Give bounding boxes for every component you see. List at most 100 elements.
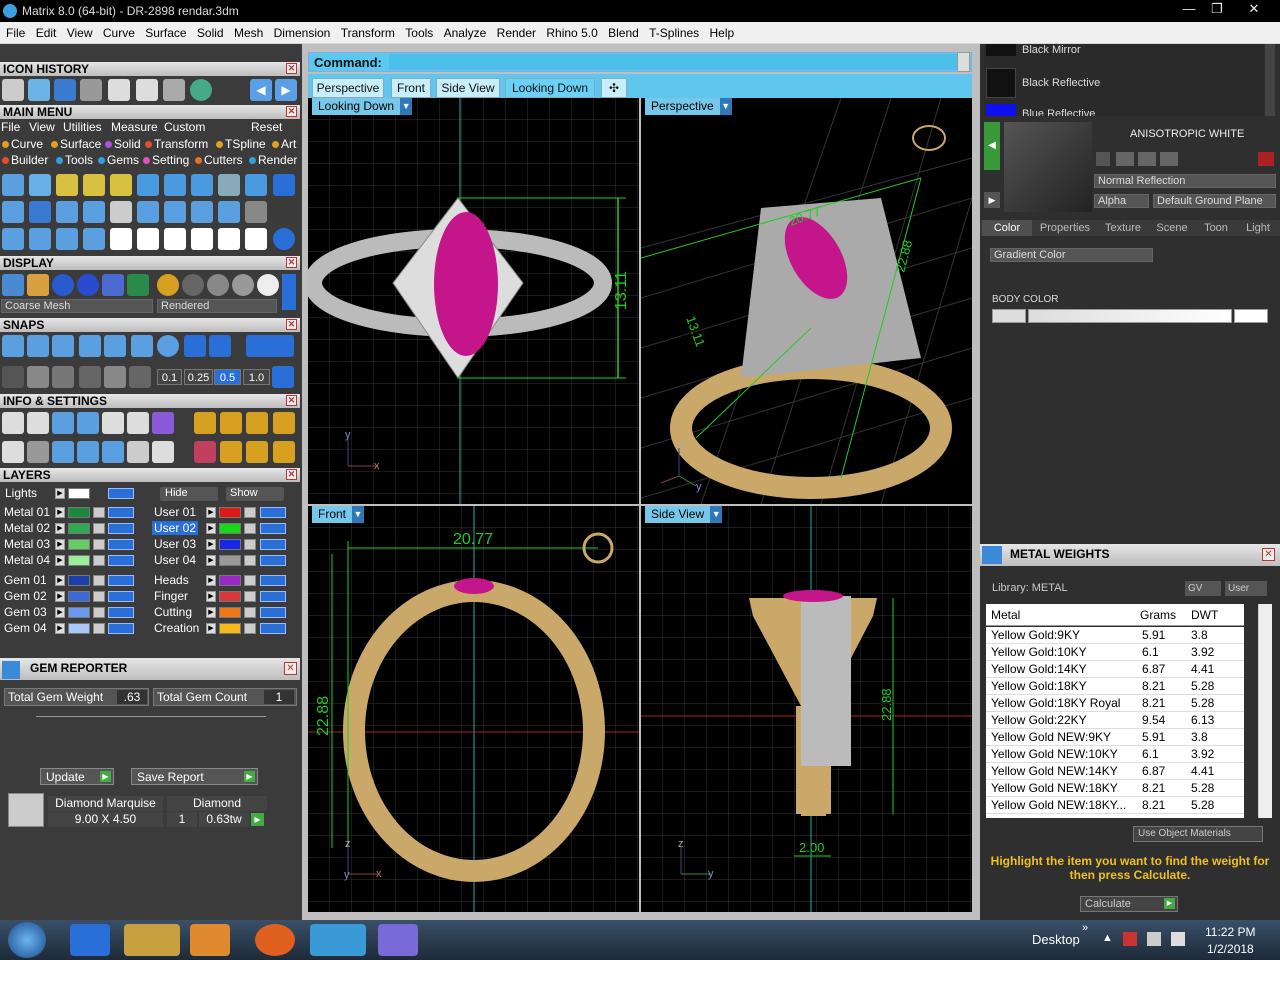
lock-icon[interactable]	[93, 539, 105, 550]
save-report-button[interactable]: Save Report ▶	[131, 768, 258, 785]
menu-rhino[interactable]: Rhino 5.0	[546, 22, 597, 40]
body-color-end[interactable]	[1234, 309, 1268, 323]
tray-network-icon[interactable]	[1147, 932, 1161, 946]
menu-curve-link[interactable]: Curve	[2, 137, 43, 151]
forward-arrow-icon[interactable]: ▶	[275, 79, 297, 101]
layer-row[interactable]: Creation ▶	[150, 620, 300, 636]
layer-visibility[interactable]	[260, 539, 286, 550]
main-menu-custom[interactable]: Custom	[164, 120, 205, 134]
menu-solid-link[interactable]: Solid	[105, 137, 141, 151]
cube-snap-icon[interactable]	[27, 366, 49, 388]
layer-color-swatch[interactable]	[68, 539, 90, 550]
layer-row[interactable]: Heads ▶	[150, 572, 300, 588]
filter-icon[interactable]	[102, 441, 124, 463]
material-blue-reflective[interactable]: Blue Reflective	[1022, 108, 1095, 116]
tray-volume-icon[interactable]	[1171, 932, 1185, 946]
plane-snap-icon[interactable]	[104, 366, 126, 388]
white-icon[interactable]	[257, 274, 279, 296]
tab-toon[interactable]: Toon	[1196, 220, 1236, 236]
layer-color-swatch[interactable]	[219, 555, 241, 566]
setting-tool-icon[interactable]	[191, 174, 213, 196]
view-label-perspective[interactable]: Perspective ▼	[645, 98, 732, 115]
stack-icon[interactable]	[52, 412, 74, 434]
select-icon[interactable]	[127, 441, 149, 463]
copy-tool-icon[interactable]	[191, 228, 213, 250]
grid-view-icon[interactable]	[127, 274, 149, 296]
body-color-gradient[interactable]	[1028, 309, 1232, 323]
alpha-field[interactable]: Alpha	[1094, 194, 1149, 208]
view-label-looking-down[interactable]: Looking Down ▼	[312, 98, 413, 115]
material-import-icon[interactable]	[1160, 152, 1178, 166]
wireframe-icon[interactable]	[2, 274, 24, 296]
layer-visibility[interactable]	[260, 623, 286, 634]
menu-gems-link[interactable]: Gems	[98, 153, 139, 167]
play-icon[interactable]: ▶	[55, 488, 65, 499]
blank-tool-icon[interactable]	[273, 201, 295, 223]
tab-properties[interactable]: Properties	[1034, 220, 1096, 236]
view-label-side[interactable]: Side View ▼	[645, 506, 723, 523]
lock-icon[interactable]	[244, 539, 256, 550]
play-icon[interactable]: ▶	[206, 575, 216, 586]
tab-front[interactable]: Front	[391, 78, 431, 98]
back-arrow-icon[interactable]: ◀	[250, 79, 272, 101]
prong-tool-icon[interactable]	[83, 201, 105, 223]
material-black-reflective[interactable]: Black Reflective	[1022, 77, 1100, 89]
lock-icon[interactable]	[244, 591, 256, 602]
material-export-icon[interactable]	[1138, 152, 1156, 166]
clock-date[interactable]: 1/2/2018	[1207, 942, 1254, 956]
cut-tool-icon[interactable]	[245, 228, 267, 250]
layer-row[interactable]: Gem 02 ▶	[0, 588, 150, 604]
gem-report-icon[interactable]	[194, 441, 216, 463]
menu-surface[interactable]: Surface	[145, 22, 186, 40]
table-row[interactable]: Yellow Gold:14KY 6.87 4.41	[986, 661, 1244, 678]
play-icon[interactable]: ▶	[206, 623, 216, 634]
layer-row[interactable]: Metal 04 ▶	[0, 552, 150, 568]
play-icon[interactable]: ▶	[55, 523, 65, 534]
render-icon[interactable]	[28, 79, 50, 101]
hide-button[interactable]: Hide	[160, 487, 218, 501]
play-icon[interactable]: ▶	[206, 523, 216, 534]
body-color-start[interactable]	[992, 309, 1026, 323]
layer-row[interactable]: User 03 ▶	[150, 536, 300, 552]
tray-flag-icon[interactable]	[1123, 932, 1137, 946]
lights-visibility[interactable]	[108, 488, 134, 499]
menu-render-link[interactable]: Render	[249, 153, 297, 167]
pave-tool-icon[interactable]	[137, 174, 159, 196]
play-icon[interactable]: ▶	[55, 575, 65, 586]
rail-tool-icon[interactable]	[56, 174, 78, 196]
snap-tool-icon[interactable]	[137, 228, 159, 250]
rail2-tool-icon[interactable]	[83, 174, 105, 196]
layer-row[interactable]: Metal 03 ▶	[0, 536, 150, 552]
add-tab-icon[interactable]: ✣	[601, 78, 627, 98]
monitor-icon[interactable]	[27, 441, 49, 463]
layer-color-swatch[interactable]	[68, 591, 90, 602]
loft-tool-icon[interactable]	[110, 174, 132, 196]
layer-visibility[interactable]	[108, 555, 134, 566]
play-icon[interactable]: ▶	[55, 591, 65, 602]
settings-gear-icon[interactable]	[2, 412, 24, 434]
bezel-tool-icon[interactable]	[56, 201, 78, 223]
main-menu-view[interactable]: View	[29, 120, 55, 134]
table-row[interactable]: Yellow Gold:9KY 5.91 3.8	[986, 627, 1244, 644]
points-icon[interactable]	[80, 79, 102, 101]
command-scroll[interactable]	[957, 52, 970, 72]
menu-tools[interactable]: Tools	[405, 22, 433, 40]
play-icon[interactable]: ▶	[55, 607, 65, 618]
layer-color-swatch[interactable]	[68, 575, 90, 586]
close-button[interactable]: ✕	[1240, 0, 1268, 18]
file-explorer-icon[interactable]	[124, 924, 180, 956]
line-snap-icon[interactable]	[52, 366, 74, 388]
circle-tool-icon[interactable]	[273, 228, 295, 250]
menu-setting-link[interactable]: Setting	[143, 153, 189, 167]
close-icon[interactable]: ✕	[286, 257, 297, 268]
layer-visibility[interactable]	[108, 507, 134, 518]
play-icon[interactable]: ▶	[206, 507, 216, 518]
layer-row[interactable]: Gem 01 ▶	[0, 572, 150, 588]
table-row[interactable]: Yellow Gold NEW:10KY 6.1 3.92	[986, 746, 1244, 763]
snap-perp-icon[interactable]	[104, 335, 126, 357]
lock-icon[interactable]	[93, 575, 105, 586]
table-row[interactable]: Yellow Gold NEW:9KY 5.91 3.8	[986, 729, 1244, 746]
table-row[interactable]: Yellow Gold:18KY Royal 8.21 5.28	[986, 695, 1244, 712]
close-icon[interactable]: ✕	[286, 63, 297, 74]
gv-toggle[interactable]: GV	[1185, 581, 1221, 596]
